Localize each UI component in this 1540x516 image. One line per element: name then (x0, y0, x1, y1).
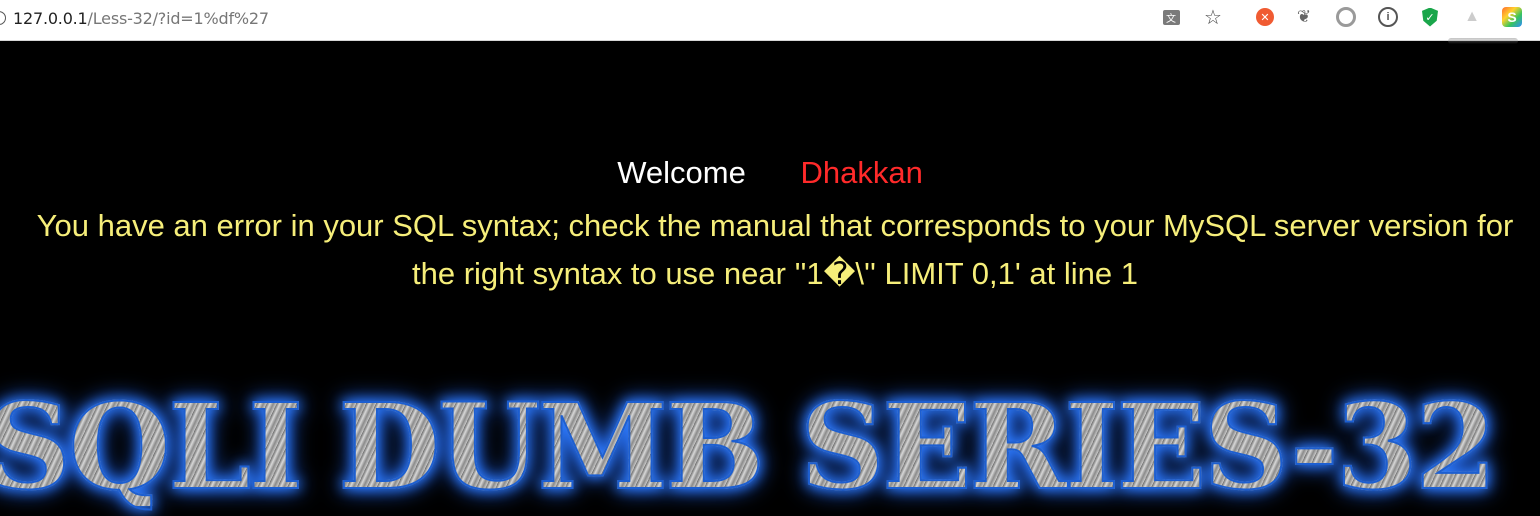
extension-info-icon[interactable]: i (1377, 6, 1399, 28)
shield-extension-icon[interactable]: ✓ (1419, 6, 1441, 28)
sql-error-line-1: You have an error in your SQL syntax; ch… (36, 208, 1514, 243)
toolbar-shadow (1448, 38, 1518, 44)
extension-s-icon[interactable]: S (1501, 6, 1523, 28)
sql-error-message: You have an error in your SQL syntax; ch… (0, 202, 1540, 298)
welcome-name: Dhakkan (800, 155, 923, 190)
extension-dim-icon[interactable]: ▲ (1461, 6, 1483, 28)
translate-icon[interactable]: 文 (1160, 6, 1182, 28)
evernote-icon[interactable]: ❦ (1293, 6, 1315, 28)
site-info-icon[interactable] (0, 11, 6, 25)
extension-ring-icon[interactable] (1335, 6, 1357, 28)
bookmark-star-icon[interactable]: ☆ (1202, 6, 1224, 29)
series-banner: SQLI DUMB SERIES-32 (0, 387, 1498, 507)
url-host: 127.0.0.1 (13, 8, 88, 28)
extension-red-icon[interactable]: ✕ (1254, 6, 1276, 28)
address-bar[interactable]: 127.0.0.1/Less-32/?id=1%df%27 (0, 0, 269, 36)
sql-error-line-2: the right syntax to use near ''1�\'' LIM… (412, 256, 1138, 291)
browser-toolbar: 127.0.0.1/Less-32/?id=1%df%27 文 ☆ ✕ ❦ i … (0, 0, 1540, 44)
welcome-line: Welcome Dhakkan (0, 155, 1540, 191)
welcome-label: Welcome (617, 155, 746, 190)
url-path: /Less-32/?id=1%df%27 (87, 8, 270, 28)
